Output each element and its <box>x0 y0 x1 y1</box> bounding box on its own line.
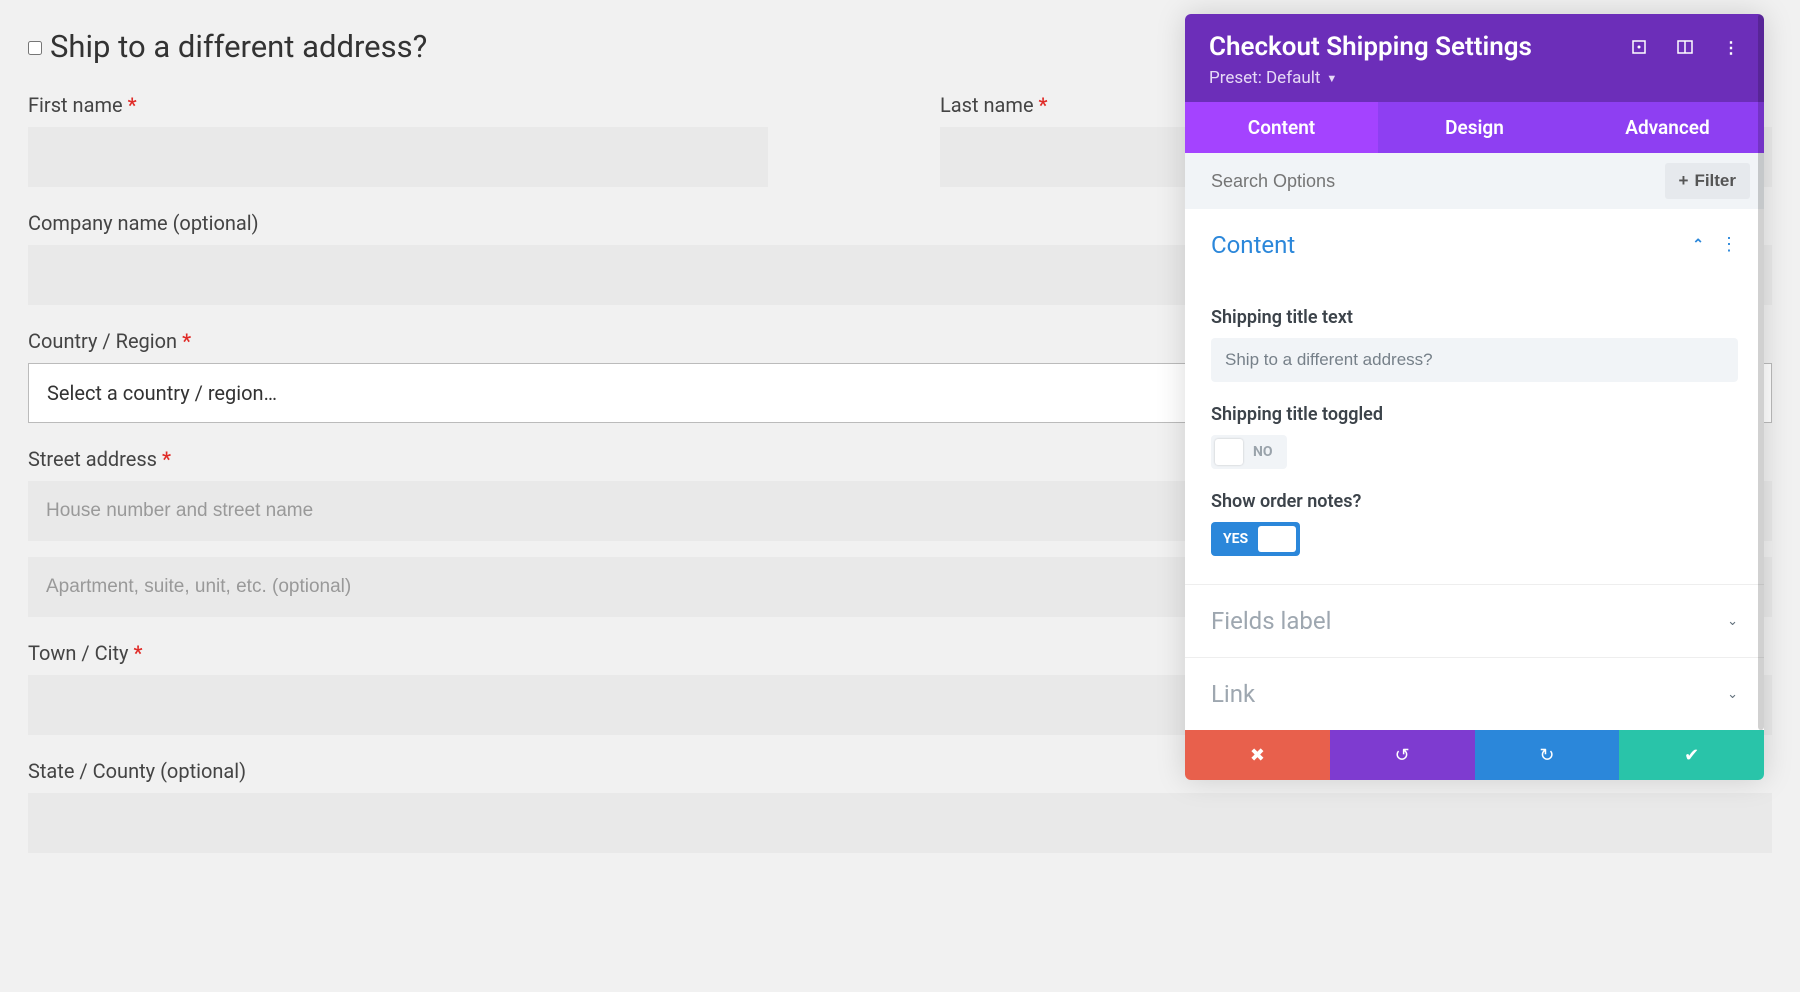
shipping-title-toggled-toggle[interactable]: NO <box>1211 435 1287 469</box>
toggle-knob <box>1258 526 1296 552</box>
section-fields-label-title: Fields label <box>1211 607 1331 635</box>
ship-different-label: Ship to a different address? <box>50 28 427 65</box>
first-name-label: First name * <box>28 93 860 117</box>
filter-button[interactable]: + Filter <box>1665 163 1751 199</box>
cancel-button[interactable]: ✖ <box>1185 730 1330 780</box>
menu-kebab-icon[interactable]: ⋮ <box>1722 38 1740 56</box>
required-asterisk: * <box>133 641 142 665</box>
search-input[interactable] <box>1211 171 1665 192</box>
expand-icon[interactable] <box>1630 38 1648 56</box>
chevron-down-icon: ⌄ <box>1727 687 1738 702</box>
toggle-knob <box>1215 439 1243 465</box>
shipping-title-toggled-label: Shipping title toggled <box>1211 404 1738 425</box>
section-link-header[interactable]: Link ⌄ <box>1185 658 1764 730</box>
show-order-notes-label: Show order notes? <box>1211 491 1738 512</box>
section-link: Link ⌄ <box>1185 658 1764 730</box>
panel-footer: ✖ ↺ ↻ ✔ <box>1185 730 1764 780</box>
required-asterisk: * <box>128 93 137 117</box>
check-icon: ✔ <box>1684 745 1699 766</box>
panel-header: Checkout Shipping Settings ⋮ Preset: Def… <box>1185 14 1764 102</box>
section-fields-label-header[interactable]: Fields label ⌄ <box>1185 585 1764 657</box>
search-row: + Filter <box>1185 153 1764 209</box>
panel-scrollbar[interactable] <box>1758 14 1764 730</box>
redo-icon: ↻ <box>1539 745 1554 766</box>
show-order-notes-toggle[interactable]: YES <box>1211 522 1300 556</box>
section-link-title: Link <box>1211 680 1255 708</box>
ship-different-checkbox[interactable] <box>28 41 42 55</box>
chevron-down-icon: ⌄ <box>1727 614 1738 629</box>
section-content: Content ⌃ ⋮ Shipping title text Shipping… <box>1185 209 1764 585</box>
panel-tabs: Content Design Advanced <box>1185 102 1764 153</box>
state-field[interactable] <box>28 793 1772 853</box>
tab-content[interactable]: Content <box>1185 102 1378 153</box>
tab-design[interactable]: Design <box>1378 102 1571 153</box>
required-asterisk: * <box>182 329 191 353</box>
section-content-header[interactable]: Content ⌃ ⋮ <box>1185 209 1764 281</box>
close-icon: ✖ <box>1250 745 1265 766</box>
preset-dropdown[interactable]: Preset: Default ▼ <box>1209 68 1740 88</box>
columns-icon[interactable] <box>1676 38 1694 56</box>
chevron-up-icon: ⌃ <box>1692 237 1704 253</box>
section-kebab-icon[interactable]: ⋮ <box>1720 236 1738 254</box>
first-name-field[interactable] <box>28 127 768 187</box>
section-content-title: Content <box>1211 231 1295 259</box>
required-asterisk: * <box>162 447 171 471</box>
tab-advanced[interactable]: Advanced <box>1571 102 1764 153</box>
plus-icon: + <box>1679 171 1689 191</box>
required-asterisk: * <box>1039 93 1048 117</box>
undo-icon: ↺ <box>1395 745 1410 766</box>
shipping-title-text-input[interactable] <box>1211 338 1738 382</box>
shipping-title-text-label: Shipping title text <box>1211 307 1738 328</box>
caret-down-icon: ▼ <box>1326 72 1337 85</box>
panel-title: Checkout Shipping Settings <box>1209 32 1532 62</box>
redo-button[interactable]: ↻ <box>1475 730 1620 780</box>
save-button[interactable]: ✔ <box>1619 730 1764 780</box>
settings-panel: Checkout Shipping Settings ⋮ Preset: Def… <box>1185 14 1764 780</box>
undo-button[interactable]: ↺ <box>1330 730 1475 780</box>
section-fields-label: Fields label ⌄ <box>1185 585 1764 658</box>
